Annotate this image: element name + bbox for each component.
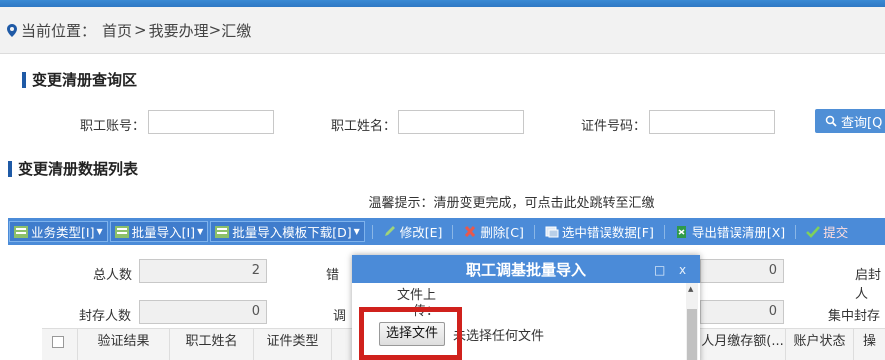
breadcrumb-separator: > [134,21,147,39]
select-all-cell[interactable] [42,329,78,360]
employee-name-input[interactable] [398,110,524,134]
select-error-button[interactable]: 选中错误数据[F] [541,218,658,245]
right-count-value: 0 [700,259,784,283]
start-seal-label: 启封人 [855,268,882,302]
action-toolbar: 业务类型[I] ▼ 批量导入[I] ▼ 批量导入模板下载[D] ▼ 修改[E] 删除[… [8,218,885,245]
file-upload-label-line1: 文件上 [397,288,437,303]
batch-import-menu[interactable]: 批量导入[I] ▼ [109,221,209,242]
right-count-value: 0 [700,300,784,324]
dialog-title: 职工调基批量导入 [465,261,586,279]
grid-icon [114,225,129,238]
column-header[interactable]: 账户状态 [786,329,854,360]
chevron-down-icon: ▼ [197,227,204,236]
batch-import-label: 批量导入[I] [131,225,196,240]
toolbar-divider [663,224,665,239]
breadcrumb-separator: > [208,21,222,39]
edit-button[interactable]: 修改[E] [379,218,447,245]
toolbar-divider [795,224,797,239]
chevron-down-icon: ▼ [96,227,103,236]
delete-label: 删除[C] [480,225,524,240]
location-pin-icon [7,23,17,37]
list-section-title-text: 变更清册数据列表 [18,160,139,178]
submit-button[interactable]: 提交 [802,218,852,245]
grid-icon [215,225,230,238]
dialog-title-bar[interactable]: 职工调基批量导入 □ x [352,255,700,283]
query-button[interactable]: 查询[Q [815,109,885,133]
error-count-label: 错 [326,268,340,283]
edit-label: 修改[E] [399,225,443,240]
chevron-down-icon: ▼ [353,227,360,236]
scrollbar-thumb[interactable] [687,309,697,360]
column-header[interactable]: 职工姓名 [170,329,254,360]
id-number-input[interactable] [649,110,775,134]
top-header-strip [0,0,885,7]
business-type-menu[interactable]: 业务类型[I] ▼ [9,221,108,242]
select-error-label: 选中错误数据[F] [561,225,654,240]
total-count-label: 总人数 [93,268,133,283]
search-icon [825,115,837,127]
export-icon [676,225,686,238]
total-count-value: 2 [139,259,267,283]
column-header[interactable]: 操 [854,329,885,360]
pencil-icon [384,225,395,236]
toolbar-divider [533,224,535,239]
list-section-title: 变更清册数据列表 [8,158,138,179]
file-status-text: 未选择任何文件 [453,329,545,344]
template-download-label: 批量导入模板下载[D] [232,225,352,240]
delete-x-icon [465,225,476,237]
dialog-scrollbar[interactable]: ▲ [686,283,698,360]
sealed-count-label: 封存人数 [79,309,132,324]
scroll-up-icon[interactable]: ▲ [688,285,693,293]
title-bar-marker [8,160,12,177]
business-type-label: 业务类型[I] [31,225,95,240]
breadcrumb-current: 汇缴 [221,21,252,40]
toolbar-divider [452,224,454,239]
highlight-annotation-box [359,307,462,360]
export-error-label: 导出错误清册[X] [691,225,786,240]
breadcrumb-label: 当前位置： [21,21,97,40]
select-all-checkbox[interactable] [52,336,64,348]
close-icon[interactable]: x [679,255,686,285]
export-error-button[interactable]: 导出错误清册[X] [671,218,789,245]
redirect-tip[interactable]: 温馨提示：清册变更完成，可点击此处跳转至汇缴 [0,192,885,211]
check-icon [806,225,821,238]
maximize-icon[interactable]: □ [654,255,665,285]
query-section-title-text: 变更清册查询区 [32,71,138,89]
template-download-menu[interactable]: 批量导入模板下载[D] ▼ [210,221,365,242]
id-number-label: 证件号码： [581,119,647,134]
title-bar-marker [22,71,26,88]
column-header[interactable]: 人月缴存额(... [700,329,786,360]
grid-icon [14,225,28,238]
column-header[interactable]: 证件类型 [254,329,332,360]
adjust-count-label: 调 [333,309,347,324]
query-section-title: 变更清册查询区 [22,69,137,90]
delete-button[interactable]: 删除[C] [459,218,527,245]
redirect-tip-text[interactable]: 温馨提示：清册变更完成，可点击此处跳转至汇缴 [368,196,654,211]
employee-name-label: 职工姓名： [331,119,397,134]
employee-account-input[interactable] [148,110,274,134]
breadcrumb-home[interactable]: 首页 [102,20,132,41]
toolbar-divider [371,224,373,239]
employee-account-label: 职工账号： [80,119,146,134]
submit-label: 提交 [823,225,849,240]
breadcrumb-level1[interactable]: 我要办理 [149,20,209,41]
select-icon [545,226,559,237]
query-button-label: 查询[Q [841,115,883,131]
sealed-count-value: 0 [139,300,267,324]
breadcrumb: 当前位置： 首页 > 我要办理 > 汇缴 [0,7,885,54]
column-header[interactable]: 验证结果 [78,329,170,360]
